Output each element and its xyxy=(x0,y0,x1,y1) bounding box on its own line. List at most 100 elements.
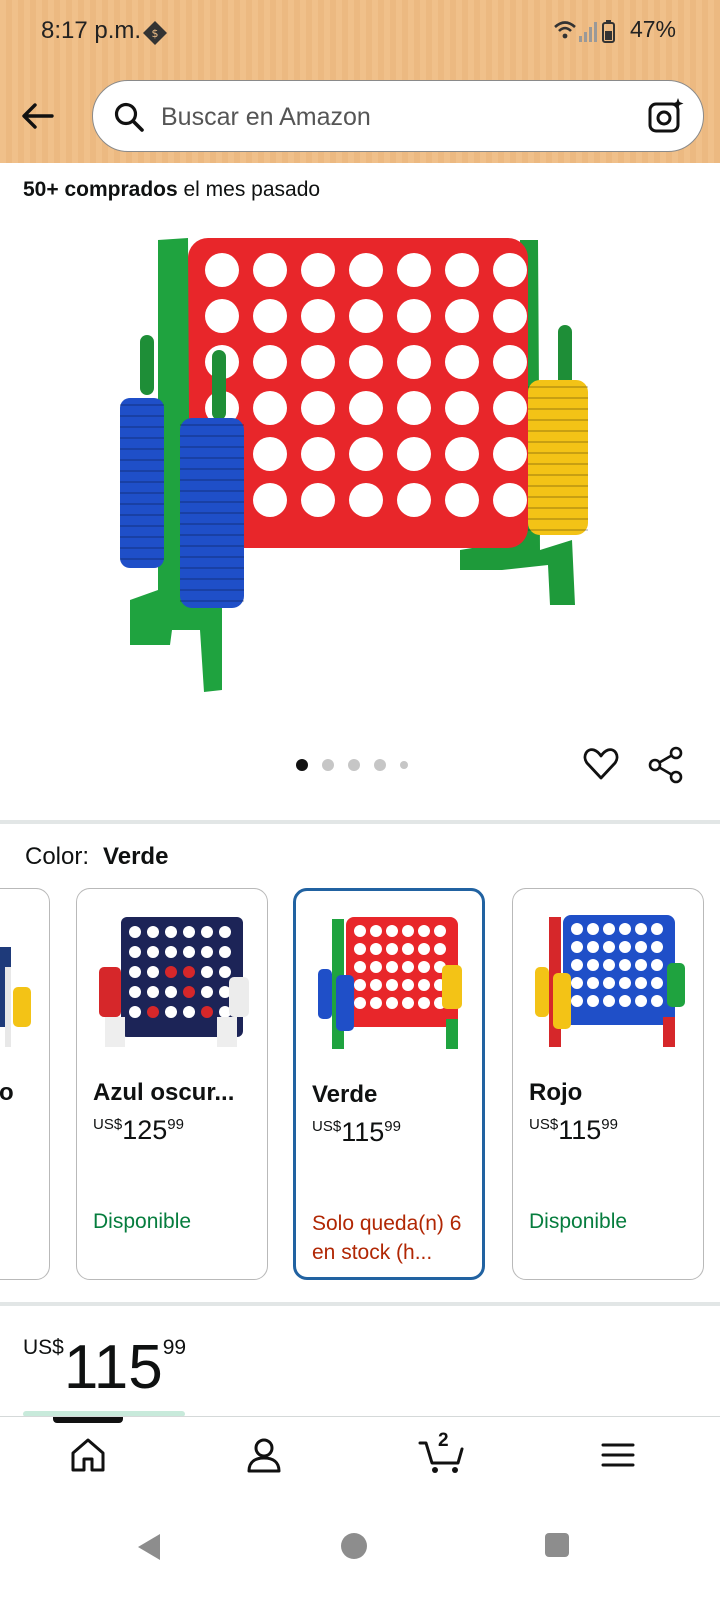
board-hole xyxy=(301,483,335,517)
stack-ridge xyxy=(528,430,588,432)
board-hole xyxy=(397,345,431,379)
swatch-name: Azul oscur... xyxy=(93,1079,235,1106)
board-hole xyxy=(493,483,527,517)
board-hole xyxy=(445,391,479,425)
stack-ridge xyxy=(120,404,164,406)
search-input[interactable] xyxy=(161,95,621,139)
stack-ridge xyxy=(528,485,588,487)
stack-ridge xyxy=(120,459,164,461)
board-hole xyxy=(301,391,335,425)
camera-lens-icon[interactable] xyxy=(647,97,685,135)
board-hole xyxy=(397,299,431,333)
active-tab-indicator xyxy=(53,1417,123,1423)
stack-ridge xyxy=(180,523,244,525)
color-swatch-carousel[interactable]: o Azul oscur... US$12599 Disponible Verd… xyxy=(0,888,720,1282)
product-price: US$11599 xyxy=(23,1332,186,1403)
carousel-dot[interactable] xyxy=(322,759,334,771)
stack-ridge xyxy=(180,479,244,481)
swatch-thumbnail xyxy=(0,947,31,1047)
color-label: Color: xyxy=(25,843,90,870)
bottom-navigation xyxy=(0,1416,720,1496)
system-back-icon[interactable] xyxy=(134,1532,164,1562)
swatch-name: o xyxy=(0,1079,14,1106)
menu-icon[interactable] xyxy=(598,1435,638,1475)
stack-ridge xyxy=(120,415,164,417)
system-home-icon[interactable] xyxy=(340,1532,368,1560)
board-hole xyxy=(253,299,287,333)
stack-ridge xyxy=(120,492,164,494)
wifi-icon xyxy=(554,21,576,39)
swatch-price: US$11599 xyxy=(312,1117,401,1147)
stack-ridge xyxy=(528,463,588,465)
board-hole xyxy=(301,253,335,287)
back-arrow-icon[interactable] xyxy=(18,96,58,136)
search-icon xyxy=(114,102,144,132)
board-hole xyxy=(445,483,479,517)
board-hole xyxy=(397,253,431,287)
cart-count-badge: 2 xyxy=(438,1430,449,1451)
bought-period: el mes pasado xyxy=(177,178,321,201)
stack-ridge xyxy=(180,578,244,580)
share-icon[interactable] xyxy=(648,746,684,784)
board-hole xyxy=(397,391,431,425)
account-icon[interactable] xyxy=(244,1435,284,1475)
board-hole xyxy=(397,483,431,517)
color-selector-label: Color: Verde xyxy=(25,843,168,871)
board-hole xyxy=(397,437,431,471)
carousel-dot[interactable] xyxy=(400,761,408,769)
board-hole xyxy=(349,391,383,425)
wishlist-heart-icon[interactable] xyxy=(583,746,619,782)
stack-ridge xyxy=(120,503,164,505)
board-hole xyxy=(253,483,287,517)
image-carousel-dots[interactable] xyxy=(296,758,408,772)
board-hole xyxy=(253,391,287,425)
board-hole xyxy=(493,437,527,471)
carousel-dot[interactable] xyxy=(348,759,360,771)
board-hole xyxy=(301,345,335,379)
stack-ridge xyxy=(180,490,244,492)
swatch-thumbnail xyxy=(318,917,462,1049)
stack-ridge xyxy=(120,448,164,450)
swatch-price: US$12599 xyxy=(93,1115,184,1145)
stack-ridge xyxy=(528,518,588,520)
search-bar[interactable] xyxy=(92,80,704,152)
swatch-price: US$11599 xyxy=(529,1115,618,1145)
color-swatch-rojo[interactable]: Rojo US$11599 Disponible xyxy=(512,888,704,1280)
stack-ridge xyxy=(120,558,164,560)
color-swatch-option[interactable]: o xyxy=(0,888,50,1280)
price-whole: 115 xyxy=(63,1333,163,1402)
color-swatch-azul[interactable]: Azul oscur... US$12599 Disponible xyxy=(76,888,268,1280)
carousel-dot[interactable] xyxy=(374,759,386,771)
board-hole xyxy=(493,299,527,333)
signal-icon xyxy=(579,22,597,42)
stack-ridge xyxy=(180,457,244,459)
system-recents-icon[interactable] xyxy=(544,1532,570,1558)
swatch-thumbnail xyxy=(99,917,249,1047)
swatch-name: Rojo xyxy=(529,1079,583,1106)
bought-count: 50+ comprados xyxy=(23,178,178,201)
home-icon[interactable] xyxy=(68,1435,108,1475)
stack-ridge xyxy=(528,386,588,388)
board-hole xyxy=(253,253,287,287)
color-swatch-verde[interactable]: Verde US$11599 Solo queda(n) 6 en stock … xyxy=(293,888,485,1280)
stack-ridge xyxy=(528,496,588,498)
product-image[interactable] xyxy=(110,220,610,710)
price-cents: 99 xyxy=(162,1336,187,1359)
carousel-dot-active[interactable] xyxy=(296,759,308,771)
stack-ridge xyxy=(528,507,588,509)
stack-ridge xyxy=(528,397,588,399)
stack-ridge xyxy=(180,545,244,547)
board-hole xyxy=(301,299,335,333)
swatch-availability: Disponible xyxy=(529,1210,628,1233)
stack-ridge xyxy=(120,426,164,428)
stack-ridge xyxy=(120,470,164,472)
board-hole xyxy=(445,437,479,471)
system-navigation-bar xyxy=(0,1496,720,1600)
board-hole xyxy=(445,345,479,379)
color-selected-value: Verde xyxy=(103,843,169,870)
board-hole xyxy=(349,437,383,471)
svg-text:$: $ xyxy=(152,27,159,40)
swatch-availability: Solo queda(n) 6 en stock (h... xyxy=(312,1212,462,1264)
section-divider xyxy=(0,1302,720,1306)
board-hole xyxy=(253,345,287,379)
